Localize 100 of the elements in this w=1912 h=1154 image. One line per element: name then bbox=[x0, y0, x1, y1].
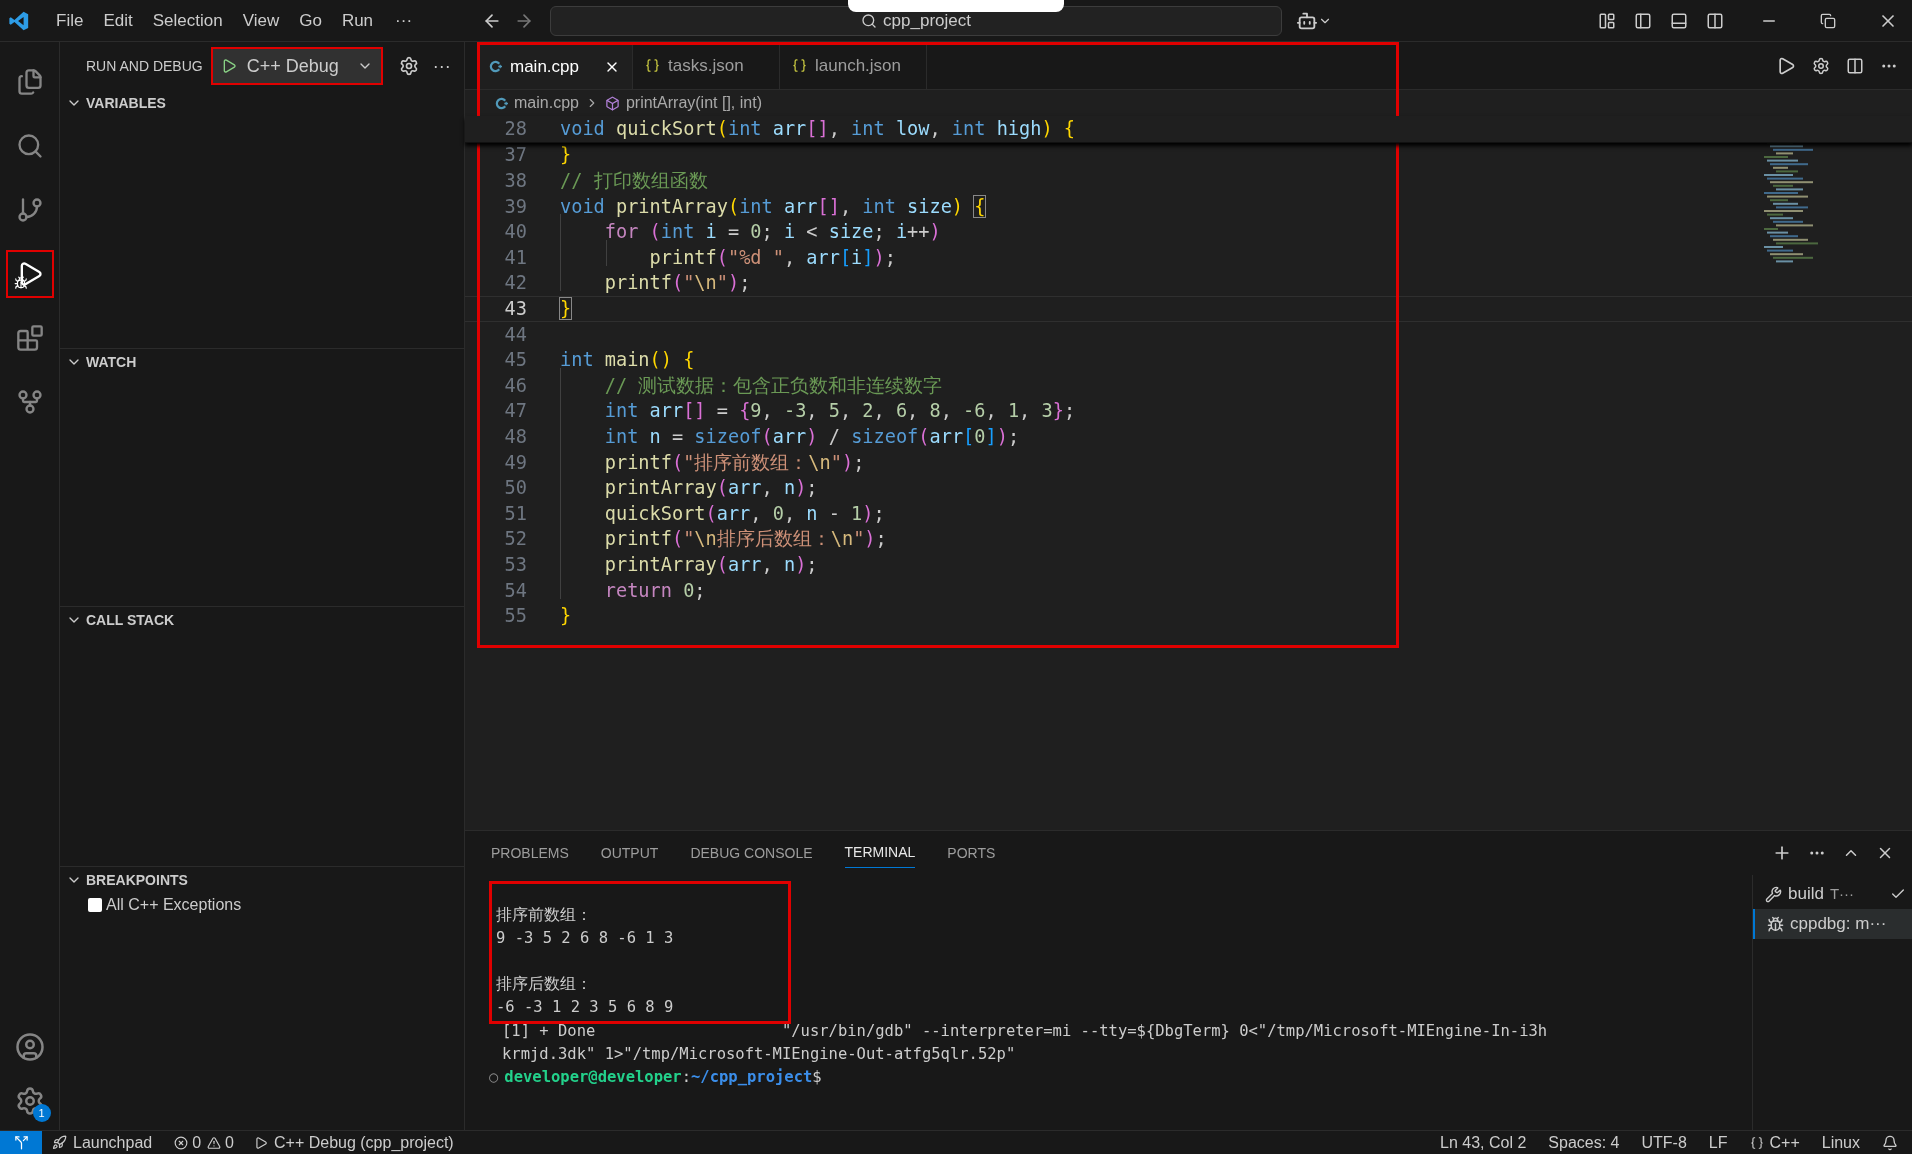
encoding-item[interactable]: UTF-8 bbox=[1641, 1130, 1687, 1154]
editor-tab[interactable]: launch.json bbox=[780, 42, 927, 89]
section-header[interactable]: VARIABLES bbox=[60, 90, 464, 116]
code-line: } bbox=[560, 605, 572, 627]
code-line: printf("%d ", arr[i]); bbox=[648, 246, 896, 268]
files-icon bbox=[15, 68, 44, 96]
cube-icon bbox=[604, 95, 620, 111]
problems-item[interactable]: 0 0 bbox=[174, 1130, 234, 1154]
more-menu[interactable]: ··· bbox=[385, 7, 423, 34]
code-line: printArray(arr, n); bbox=[603, 553, 818, 575]
braces-icon bbox=[792, 58, 807, 73]
line-number: 52 bbox=[503, 527, 527, 552]
code-line: for (int i = 0; i < size; i++) bbox=[603, 221, 941, 243]
terminal-session[interactable]: cppdbg: m··· bbox=[1753, 909, 1912, 939]
code-line: printf("\n"); bbox=[603, 272, 751, 294]
menu-item[interactable]: View bbox=[234, 7, 288, 34]
settings-icon[interactable] bbox=[14, 1086, 45, 1116]
warning-icon bbox=[207, 1135, 222, 1150]
checkbox[interactable] bbox=[88, 898, 102, 912]
menu-item[interactable]: Go bbox=[291, 7, 330, 34]
line-number: 50 bbox=[503, 476, 527, 501]
line-number: 39 bbox=[503, 194, 527, 219]
code-line: int n = sizeof(arr) / sizeof(arr[0]); bbox=[603, 426, 1020, 447]
settings-icon[interactable] bbox=[398, 56, 419, 76]
line-number: 53 bbox=[503, 552, 527, 577]
panel-toggle-icon[interactable] bbox=[1670, 11, 1688, 30]
code-line: printf("\n排序后数组：\n"); bbox=[603, 528, 887, 550]
play-icon bbox=[254, 1135, 268, 1150]
error-icon bbox=[174, 1135, 189, 1150]
code-line: int arr[] = {9, -3, 5, 2, 6, 8, -6, 1, 3}; bbox=[603, 400, 1076, 422]
line-number: 55 bbox=[503, 604, 527, 629]
bug-icon bbox=[13, 276, 28, 290]
line-number: 40 bbox=[503, 220, 527, 245]
line-number: 43 bbox=[503, 297, 527, 321]
split-icon[interactable] bbox=[1706, 11, 1724, 30]
search-icon bbox=[15, 132, 44, 160]
code-line: } bbox=[560, 298, 572, 319]
code-line: return 0; bbox=[603, 579, 706, 601]
account-icon[interactable] bbox=[14, 1032, 45, 1062]
braces-icon bbox=[645, 58, 660, 73]
code-line: void quickSort(int arr[], int low, int high) { bbox=[560, 117, 1075, 139]
terminal-line: [1] + Done "/usr/bin/gdb" --interpreter=mi --tty=${DbgTerm} 0<"/tmp/Microsoft-MIEngine-In-i3h bbox=[502, 1021, 1549, 1042]
terminal-session[interactable]: build T··· bbox=[1753, 879, 1912, 909]
line-number: 38 bbox=[503, 169, 527, 194]
run-debug-icon[interactable] bbox=[1776, 55, 1796, 76]
code-line: printArray(arr, n); bbox=[603, 477, 818, 499]
panel-tab[interactable]: PROBLEMS bbox=[491, 838, 569, 868]
line-number: 42 bbox=[503, 271, 527, 296]
section-header[interactable]: WATCH bbox=[60, 349, 464, 375]
panel-tab[interactable]: TERMINAL bbox=[844, 838, 916, 868]
launch-config-dropdown[interactable]: C++ Debug bbox=[210, 47, 383, 85]
layout-icon[interactable] bbox=[1598, 11, 1616, 30]
cpp-file-icon bbox=[489, 60, 502, 73]
menu-item[interactable]: File bbox=[48, 7, 92, 34]
sidebar-toggle-icon[interactable] bbox=[1634, 11, 1652, 30]
panel-tab[interactable]: OUTPUT bbox=[600, 838, 659, 868]
debug-item[interactable]: C++ Debug (cpp_project) bbox=[254, 1130, 454, 1154]
menu-item[interactable]: Edit bbox=[95, 7, 141, 34]
activity-item[interactable] bbox=[5, 250, 54, 298]
cursor-position[interactable]: Ln 43, Col 2 bbox=[1440, 1130, 1527, 1154]
platform-item[interactable]: Linux bbox=[1821, 1130, 1860, 1154]
section-header[interactable]: CALL STACK bbox=[60, 607, 464, 633]
code-line: // 打印数组函数 bbox=[560, 170, 708, 192]
search-icon bbox=[861, 12, 878, 29]
split-editor-icon[interactable] bbox=[1846, 56, 1864, 75]
cpp-file-icon bbox=[495, 96, 508, 110]
line-number: 45 bbox=[503, 348, 527, 373]
wrench-icon bbox=[1765, 885, 1782, 903]
braces-icon bbox=[1749, 1135, 1764, 1150]
code-line: // 测试数据：包含正负数和非连续数字 bbox=[603, 374, 943, 396]
section-header[interactable]: BREAKPOINTS bbox=[60, 867, 464, 893]
panel-tab[interactable]: DEBUG CONSOLE bbox=[690, 838, 813, 868]
language-item[interactable]: C++ bbox=[1749, 1130, 1800, 1154]
terminal-line: krmjd.3dk" 1>"/tmp/Microsoft-MIEngine-Out-atfg5qlr.52p" bbox=[502, 1044, 1017, 1065]
more-actions[interactable]: ··· bbox=[432, 52, 451, 80]
remote-icon bbox=[13, 1135, 29, 1150]
settings-icon[interactable] bbox=[1812, 56, 1830, 75]
line-number: 41 bbox=[503, 245, 527, 270]
blocks-icon bbox=[15, 324, 44, 352]
launchpad-item[interactable]: Launchpad bbox=[52, 1130, 153, 1154]
notification-badge: 1 bbox=[32, 1104, 51, 1122]
restore-icon[interactable] bbox=[1820, 12, 1836, 29]
breakpoint-item[interactable]: All C++ Exceptions bbox=[60, 893, 464, 917]
breadcrumb-item[interactable]: main.cpp bbox=[495, 91, 579, 115]
indentation-item[interactable]: Spaces: 4 bbox=[1548, 1130, 1620, 1154]
terminal-prompt: developer@developer:~/cpp_project$ bbox=[504, 1067, 822, 1088]
command-center[interactable]: cpp_project bbox=[550, 5, 1283, 36]
menu-item[interactable]: Selection bbox=[144, 7, 231, 34]
line-ending-item[interactable]: LF bbox=[1708, 1130, 1728, 1154]
branch-icon bbox=[15, 196, 44, 224]
panel-tab[interactable]: PORTS bbox=[947, 838, 996, 868]
prompt-marker: ○ bbox=[489, 1067, 499, 1088]
editor-tab[interactable]: tasks.json bbox=[633, 42, 780, 89]
code-line: void printArray(int arr[], int size) { bbox=[560, 195, 986, 217]
menu-item[interactable]: Run bbox=[333, 7, 382, 34]
line-number: 47 bbox=[503, 399, 527, 424]
breadcrumb-item[interactable]: printArray(int [], int) bbox=[604, 91, 762, 115]
line-number: 48 bbox=[503, 425, 527, 449]
remote-indicator[interactable] bbox=[0, 1131, 42, 1154]
notification-icon[interactable] bbox=[1882, 1134, 1898, 1151]
